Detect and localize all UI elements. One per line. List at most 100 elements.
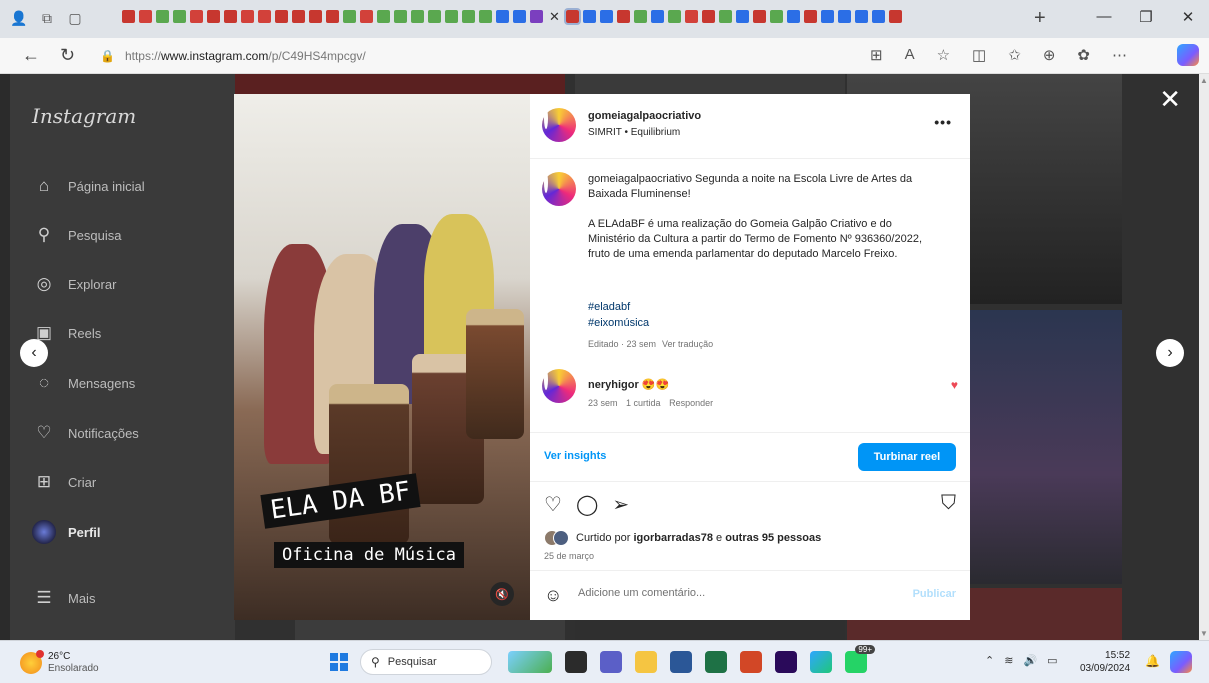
- news-widget-icon[interactable]: [508, 651, 552, 673]
- browser-tab[interactable]: [837, 10, 851, 23]
- emoji-icon[interactable]: ☺: [544, 585, 562, 606]
- save-bookmark-icon[interactable]: ⛉: [941, 492, 956, 515]
- more-menu-icon[interactable]: ⋯: [1112, 46, 1127, 64]
- reply-button[interactable]: Responder: [669, 398, 713, 408]
- file-explorer-icon[interactable]: [635, 651, 657, 673]
- browser-tab[interactable]: [563, 8, 581, 25]
- powerpoint-icon[interactable]: [740, 651, 762, 673]
- browser-tab[interactable]: [343, 10, 356, 23]
- browser-tab[interactable]: [139, 10, 152, 23]
- copilot-icon[interactable]: [1177, 44, 1199, 66]
- premiere-icon[interactable]: [775, 651, 797, 673]
- browser-tab[interactable]: [156, 10, 169, 23]
- nav-more[interactable]: ☰ Mais: [32, 586, 95, 610]
- browser-tab[interactable]: [360, 10, 373, 23]
- browser-tab[interactable]: [650, 10, 664, 23]
- nav-search[interactable]: ⚲ Pesquisa: [32, 223, 122, 247]
- publish-button[interactable]: Publicar: [913, 588, 956, 600]
- browser-tab[interactable]: [445, 10, 458, 23]
- mute-icon[interactable]: 🔇: [490, 582, 514, 606]
- browser-tab[interactable]: [377, 10, 390, 23]
- browser-tab[interactable]: [582, 10, 596, 23]
- restore-button[interactable]: ❐: [1125, 8, 1167, 26]
- extensions-icon[interactable]: ✿: [1077, 46, 1090, 64]
- browser-tab[interactable]: [854, 10, 868, 23]
- likes-others[interactable]: outras 95 pessoas: [725, 532, 821, 544]
- copilot-taskbar-icon[interactable]: [1170, 651, 1192, 673]
- browser-tab[interactable]: [803, 10, 817, 23]
- battery-icon[interactable]: ▭: [1047, 654, 1057, 667]
- browser-tab[interactable]: [326, 10, 339, 23]
- browser-tab[interactable]: [275, 10, 288, 23]
- browser-tab[interactable]: [667, 10, 681, 23]
- workspaces-icon[interactable]: ⧉: [38, 9, 56, 27]
- read-aloud-icon[interactable]: A: [905, 46, 915, 64]
- like-heart-icon[interactable]: ♡: [544, 492, 562, 517]
- see-translation-link[interactable]: Ver tradução: [662, 339, 713, 349]
- edge-icon[interactable]: [810, 651, 832, 673]
- caption-avatar[interactable]: [542, 172, 576, 206]
- favorite-star-icon[interactable]: ☆: [937, 46, 950, 64]
- hashtag-link[interactable]: #eixomúsica: [588, 315, 649, 331]
- minimize-button[interactable]: —: [1083, 8, 1125, 26]
- weather-widget[interactable]: 26°C Ensolarado: [20, 650, 99, 675]
- browser-tab[interactable]: [292, 10, 305, 23]
- commenter-avatar[interactable]: [542, 369, 576, 403]
- page-scrollbar[interactable]: ▲ ▼: [1199, 74, 1209, 640]
- browser-tab[interactable]: [173, 10, 186, 23]
- more-options-icon[interactable]: •••: [934, 114, 952, 130]
- excel-icon[interactable]: [705, 651, 727, 673]
- browser-tab[interactable]: [684, 10, 698, 23]
- browser-tab[interactable]: [207, 10, 220, 23]
- start-button[interactable]: [330, 653, 348, 671]
- browser-tab[interactable]: [633, 10, 647, 23]
- taskbar-clock[interactable]: 15:52 03/09/2024: [1080, 649, 1130, 675]
- browser-tab[interactable]: [394, 10, 407, 23]
- reload-button[interactable]: ↻: [60, 45, 75, 66]
- volume-icon[interactable]: 🔊: [1023, 654, 1037, 667]
- browser-tab[interactable]: [599, 10, 613, 23]
- browser-tab[interactable]: [122, 10, 135, 23]
- view-insights-link[interactable]: Ver insights: [544, 450, 606, 462]
- close-modal-button[interactable]: ✕: [1159, 84, 1181, 115]
- collections-icon[interactable]: ⊕: [1043, 46, 1056, 64]
- tab-actions-icon[interactable]: ▢: [66, 9, 84, 27]
- browser-tab[interactable]: [428, 10, 441, 23]
- comment-input[interactable]: [578, 587, 898, 599]
- comment-bubble-icon[interactable]: ◯: [576, 492, 598, 517]
- profile-icon[interactable]: 👤: [10, 9, 28, 27]
- nav-notifications[interactable]: ♡ Notificações: [32, 421, 138, 445]
- comment-likes[interactable]: 1 curtida: [626, 398, 661, 408]
- audio-track[interactable]: SIMRIT • Equilibrium: [588, 127, 680, 138]
- author-username[interactable]: gomeiagalpaocriativo: [588, 110, 701, 122]
- comment-like-heart-icon[interactable]: ♥: [951, 378, 958, 392]
- caption-username[interactable]: gomeiagalpaocriativo: [588, 173, 692, 185]
- browser-tab[interactable]: [411, 10, 424, 23]
- browser-tab[interactable]: [258, 10, 271, 23]
- browser-tab[interactable]: [309, 10, 322, 23]
- browser-tab[interactable]: [786, 10, 800, 23]
- commenter-username[interactable]: neryhigor: [588, 379, 639, 391]
- whatsapp-icon[interactable]: 99+: [845, 645, 875, 673]
- word-icon[interactable]: [670, 651, 692, 673]
- apps-icon[interactable]: ⊞: [870, 46, 883, 64]
- show-hidden-icons[interactable]: ⌃: [985, 654, 994, 667]
- likes-summary[interactable]: Curtido por igorbarradas78 e outras 95 p…: [576, 532, 821, 544]
- previous-post-button[interactable]: ‹: [20, 339, 48, 367]
- taskbar-search[interactable]: ⚲ Pesquisar: [360, 649, 492, 675]
- browser-tab[interactable]: [462, 10, 475, 23]
- author-avatar[interactable]: [542, 108, 576, 142]
- browser-tab[interactable]: [735, 10, 749, 23]
- next-post-button[interactable]: ›: [1156, 339, 1184, 367]
- instagram-logo[interactable]: Instagram: [32, 104, 136, 128]
- browser-tab[interactable]: [888, 10, 902, 23]
- hashtag-link[interactable]: #eladabf: [588, 299, 649, 315]
- url-field[interactable]: 🔒 https://www.instagram.com/p/C49HS4mpcg…: [100, 43, 860, 68]
- scroll-down-icon[interactable]: ▼: [1200, 629, 1208, 638]
- split-screen-icon[interactable]: ◫: [972, 46, 986, 64]
- browser-tab[interactable]: [820, 10, 834, 23]
- close-window-button[interactable]: ✕: [1167, 8, 1209, 26]
- back-button[interactable]: ←: [22, 45, 40, 66]
- post-media-video[interactable]: ELA DA BF Oficina de Música 🔇: [234, 94, 530, 620]
- scroll-up-icon[interactable]: ▲: [1200, 76, 1208, 85]
